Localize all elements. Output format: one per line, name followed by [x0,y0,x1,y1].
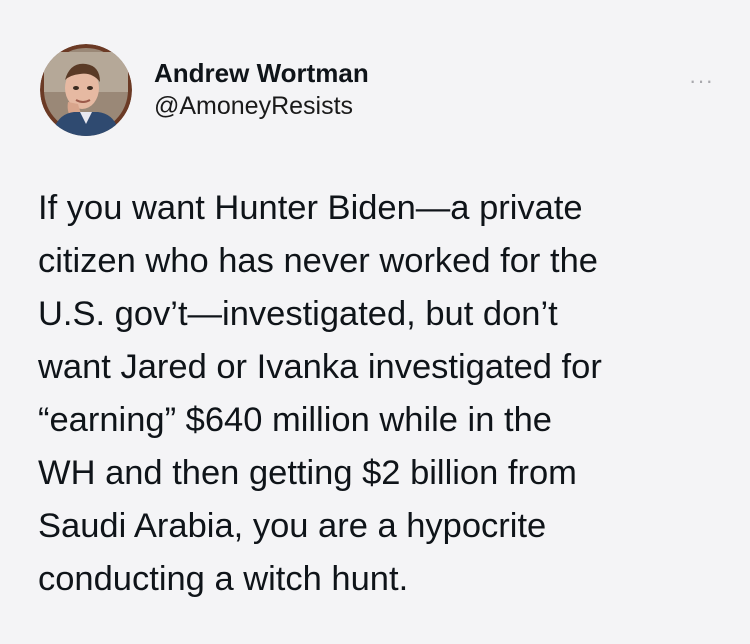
tweet-text-line: conducting a witch hunt. [38,560,409,598]
tweet-text-line: want Jared or Ivanka investigated for [38,348,602,386]
tweet-text-line: WH and then getting $2 billion from [38,454,577,492]
tweet-text-line: citizen who has never worked for the [38,242,598,280]
author-block: Andrew Wortman @AmoneyResists [154,57,369,122]
tweet-header: Andrew Wortman @AmoneyResists [40,44,369,136]
tweet-text-line: Saudi Arabia, you are a hypocrite [38,507,547,545]
tweet-text-line: If you want Hunter Biden—a private [38,189,583,227]
tweet-text: If you want Hunter Biden—a private citiz… [38,182,728,606]
author-display-name[interactable]: Andrew Wortman [154,57,369,89]
tweet-card: Andrew Wortman @AmoneyResists ··· If you… [0,0,750,644]
tweet-text-line: U.S. gov’t—investigated, but don’t [38,295,558,333]
more-horizontal-icon[interactable]: ··· [689,68,714,94]
author-handle[interactable]: @AmoneyResists [154,91,369,122]
avatar-image [40,44,132,136]
avatar[interactable] [40,44,132,136]
tweet-text-line: “earning” $640 million while in the [38,401,552,439]
